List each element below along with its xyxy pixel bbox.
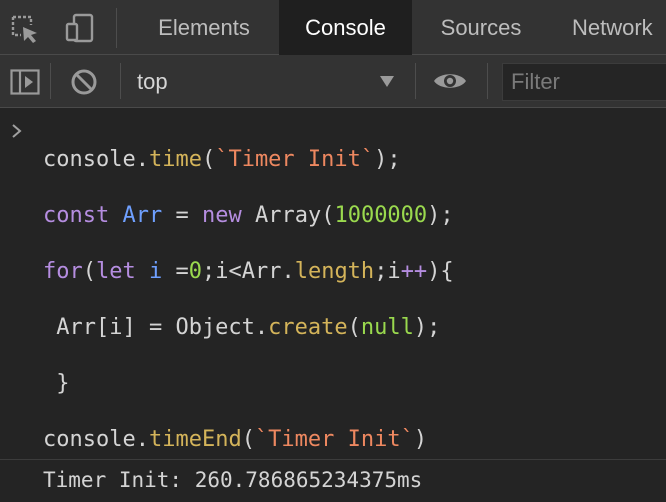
code-token: timeEnd xyxy=(148,427,242,452)
tab-network[interactable]: Network xyxy=(556,0,666,55)
tab-console[interactable]: Console xyxy=(279,0,412,55)
code-token: 1000000 xyxy=(334,203,428,228)
dropdown-arrow-icon[interactable] xyxy=(378,73,396,89)
code-token: ( xyxy=(347,315,361,340)
code-token: ( xyxy=(82,259,96,284)
select-element-icon[interactable] xyxy=(10,14,40,44)
toolbar-separator xyxy=(50,63,51,99)
prompt-chevron-icon xyxy=(12,124,22,138)
code-token: ){ xyxy=(427,259,454,284)
code-token: let xyxy=(96,259,149,284)
code-token: null xyxy=(360,315,414,340)
code-token: console. xyxy=(43,147,149,172)
tab-sources[interactable]: Sources xyxy=(414,0,548,55)
code-token: `Timer Init` xyxy=(215,147,375,172)
code-token: = xyxy=(162,259,189,284)
tab-elements[interactable]: Elements xyxy=(130,0,278,55)
code-token: ;i<Arr. xyxy=(201,259,295,284)
console-output-text: Timer Init: 260.786865234375ms xyxy=(43,468,423,492)
code-token: = xyxy=(162,203,202,228)
toolbar-separator xyxy=(487,63,488,99)
code-line: console.timeEnd(`Timer Init`) xyxy=(43,427,427,452)
toolbar-separator xyxy=(415,63,416,99)
code-line: const Arr = new Array(1000000); xyxy=(43,203,454,228)
code-token: Arr[i] = Object. xyxy=(43,315,269,340)
code-token: ( xyxy=(201,147,216,172)
code-token: ++ xyxy=(400,259,428,284)
tab-separator xyxy=(116,8,117,48)
code-token: ); xyxy=(374,147,401,172)
code-token: time xyxy=(148,147,202,172)
code-line: } xyxy=(43,371,70,396)
console-output-row: Timer Init: 260.786865234375ms xyxy=(0,459,666,502)
code-token: Array( xyxy=(254,203,335,228)
code-line: console.time(`Timer Init`); xyxy=(43,147,401,172)
filter-input[interactable] xyxy=(502,63,666,101)
code-token: for xyxy=(43,259,83,284)
devtools-tab-bar: Elements Console Sources Network xyxy=(0,0,666,55)
code-token: create xyxy=(268,315,348,340)
code-token: ) xyxy=(413,427,428,452)
code-token: ); xyxy=(413,315,441,340)
code-token: `Timer Init` xyxy=(254,427,414,452)
sidebar-toggle-icon[interactable] xyxy=(10,69,40,95)
code-token: ); xyxy=(427,203,454,228)
clear-console-icon[interactable] xyxy=(70,68,98,96)
code-token: const xyxy=(43,203,123,228)
code-token: new xyxy=(201,203,255,228)
code-token: } xyxy=(43,371,70,396)
code-line: Arr[i] = Object.create(null); xyxy=(43,315,440,340)
code-token: ( xyxy=(241,427,255,452)
code-line: for(let i =0;i<Arr.length;i++){ xyxy=(43,259,454,284)
device-toolbar-icon[interactable] xyxy=(64,12,96,44)
context-selector[interactable]: top xyxy=(137,55,168,108)
code-token: i xyxy=(148,259,163,284)
console-toolbar: top xyxy=(0,55,666,108)
code-token: ;i xyxy=(374,259,401,284)
code-token: length xyxy=(294,259,375,284)
code-token: 0 xyxy=(188,259,202,284)
toolbar-separator xyxy=(120,63,121,99)
live-expression-eye-icon[interactable] xyxy=(432,69,468,93)
console-messages[interactable]: console.time(`Timer Init`); const Arr = … xyxy=(0,109,666,502)
code-token: Arr xyxy=(122,203,163,228)
code-token: console. xyxy=(43,427,149,452)
